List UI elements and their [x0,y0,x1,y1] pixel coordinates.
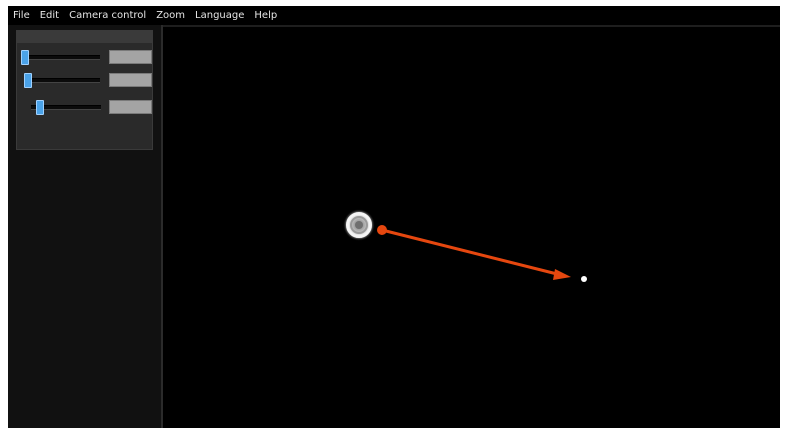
slider-row-1 [17,50,154,65]
slider-1-value[interactable] [109,50,152,64]
menu-bar: File Edit Camera control Zoom Language H… [8,6,780,25]
viewport-overlay [343,209,587,282]
menu-edit[interactable]: Edit [35,6,64,25]
menu-help[interactable]: Help [249,6,282,25]
particle-bead-icon[interactable] [343,209,375,241]
slider-3-thumb[interactable] [36,100,44,115]
slider-1-thumb[interactable] [21,50,29,65]
menu-file[interactable]: File [8,6,35,25]
direction-arrow-icon [377,225,571,280]
slider-group-header [17,31,152,43]
slider-2-thumb[interactable] [24,73,32,88]
slider-row-2 [17,73,154,88]
menu-zoom[interactable]: Zoom [151,6,190,25]
target-dot-icon[interactable] [581,276,587,282]
slider-2-value[interactable] [109,73,152,87]
camera-viewport[interactable] [163,25,780,428]
slider-3-value[interactable] [109,100,152,114]
control-panel [8,25,163,428]
slider-1-track[interactable] [24,55,100,60]
slider-group [16,30,153,150]
slider-row-3 [17,100,154,115]
arrow-origin-handle[interactable] [377,225,387,235]
menu-camera-control[interactable]: Camera control [64,6,151,25]
arrow-head-icon [553,269,571,280]
slider-2-track[interactable] [24,78,100,83]
app-window: File Edit Camera control Zoom Language H… [8,6,780,428]
menu-language[interactable]: Language [190,6,249,25]
